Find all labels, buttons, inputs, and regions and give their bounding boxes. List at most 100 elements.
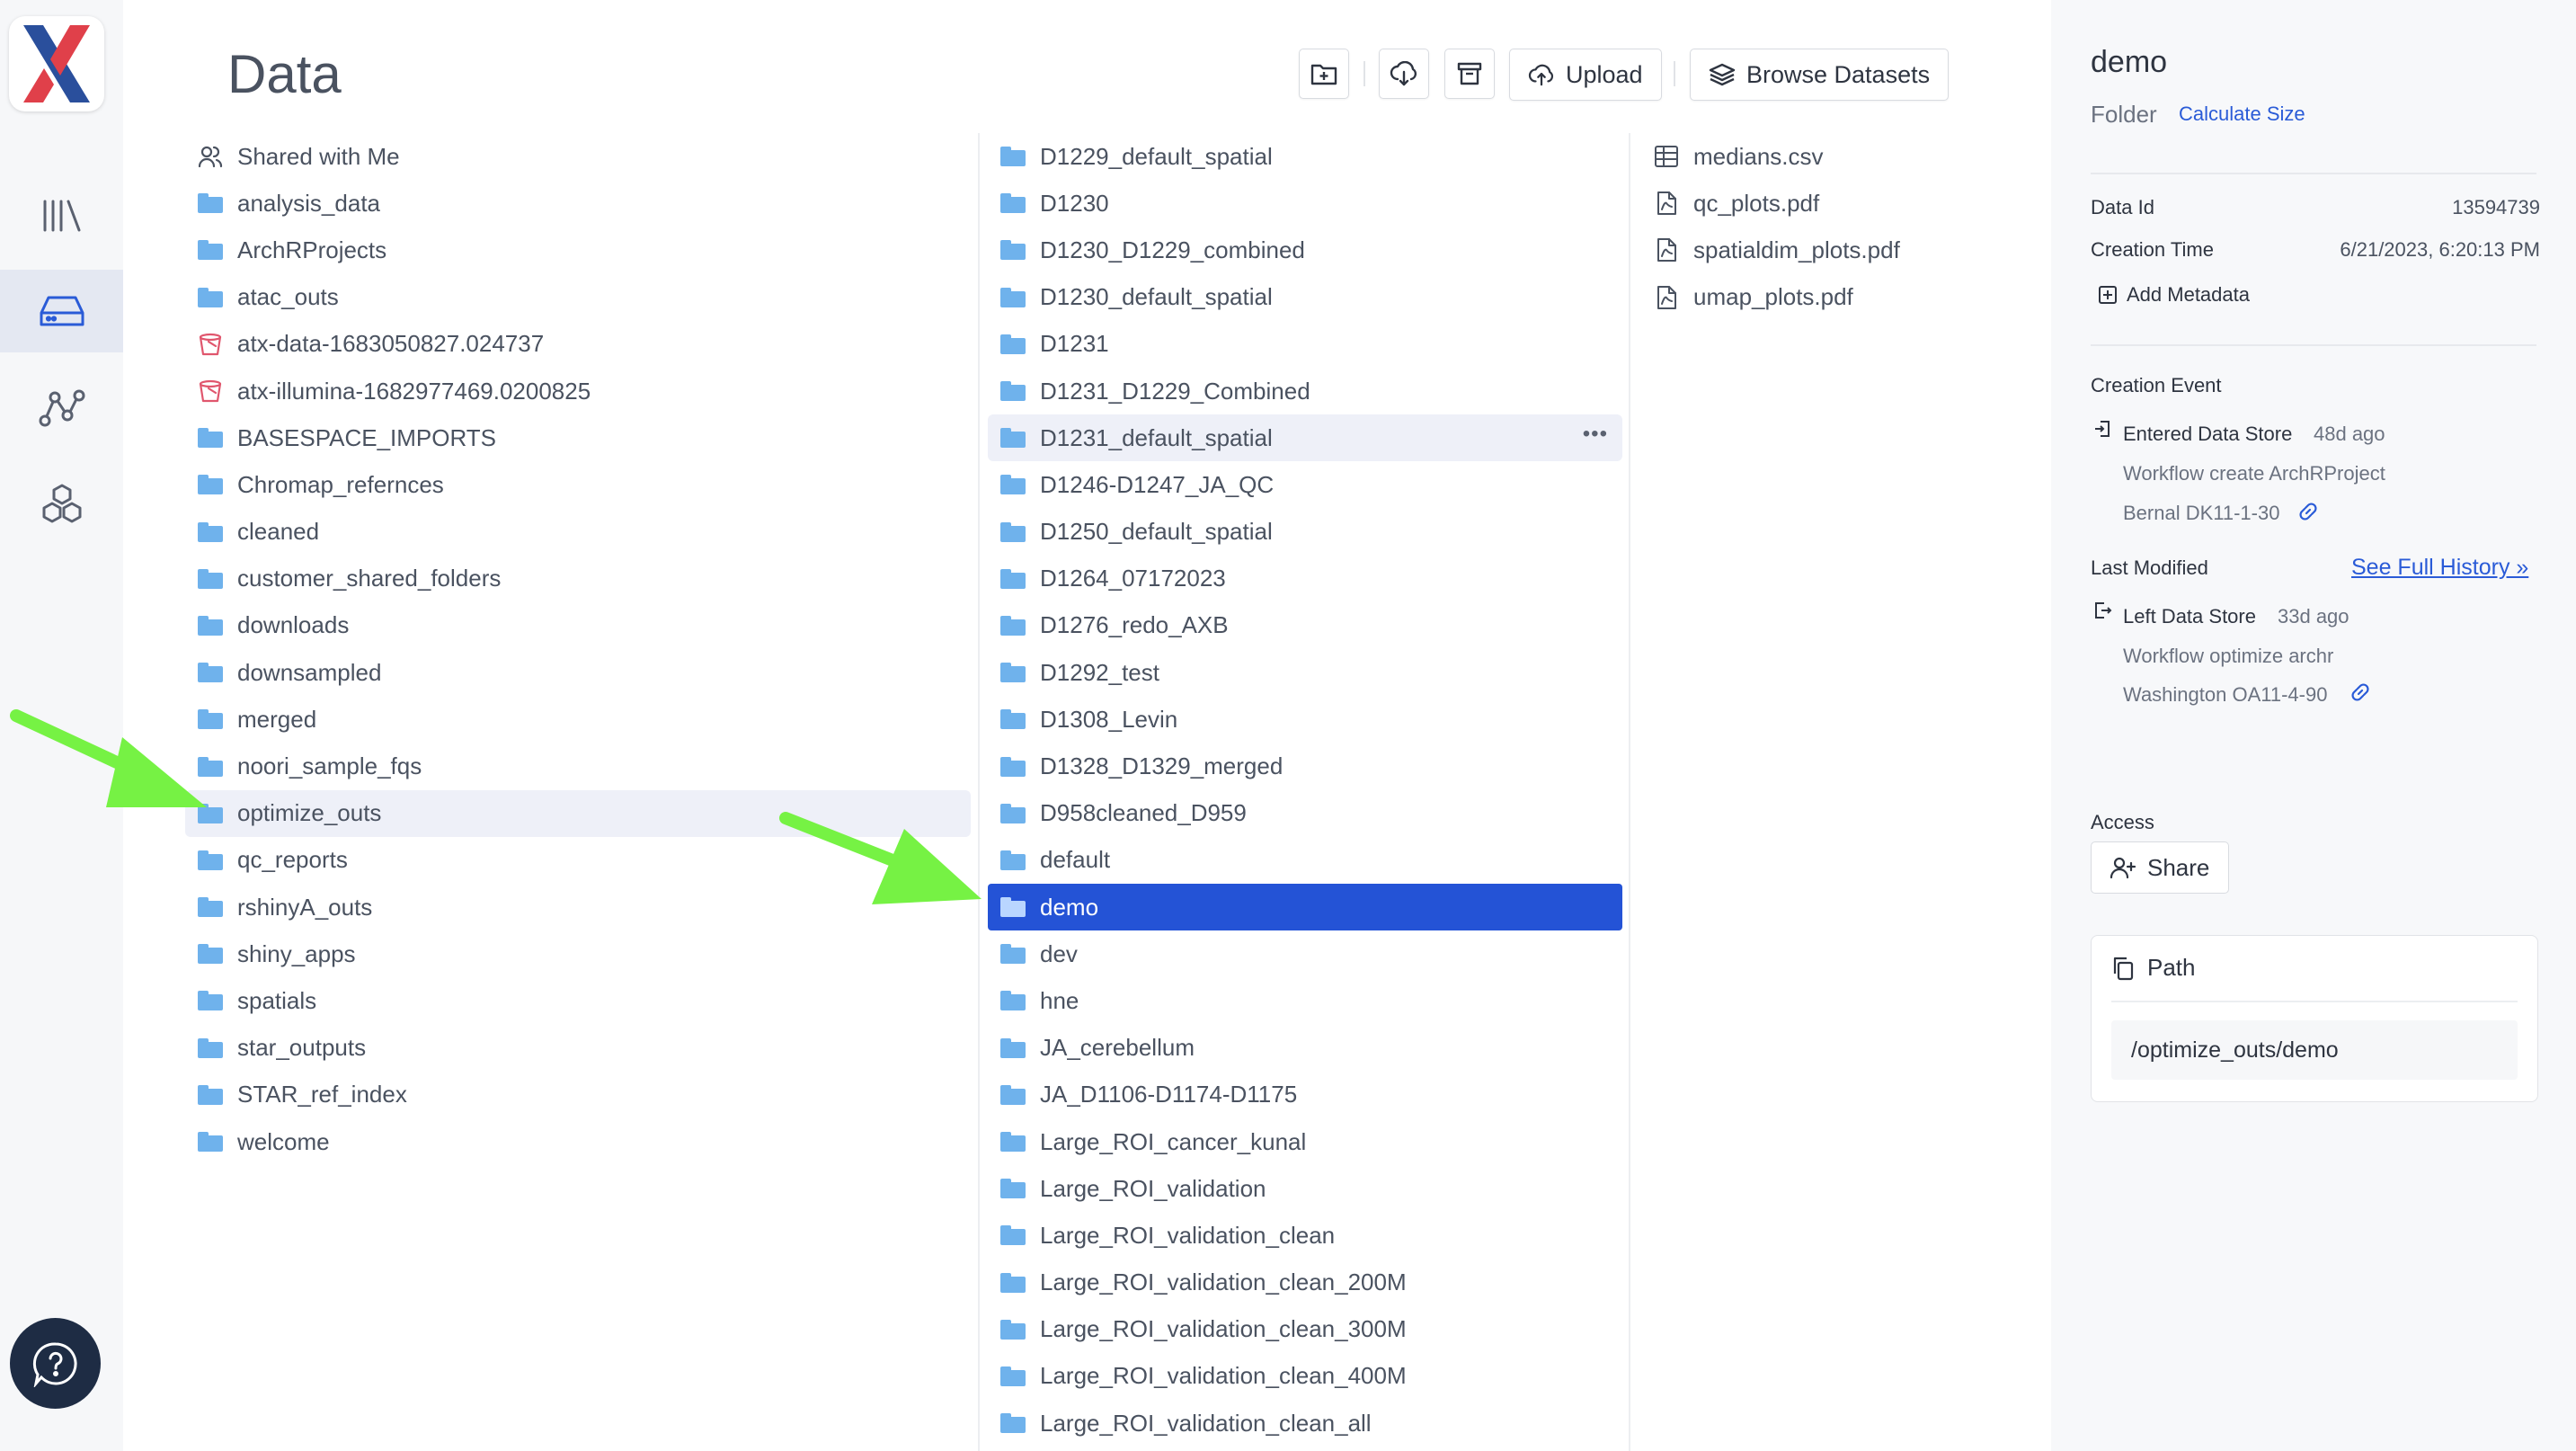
browse-datasets-button[interactable]: Browse Datasets (1690, 49, 1950, 101)
subfolder-item-row[interactable]: Large_ROI_validation_clean (988, 1212, 1622, 1259)
new-folder-button[interactable] (1299, 49, 1349, 99)
last-modified-label: Last Modified (2091, 556, 2208, 579)
subfolder-item-row[interactable]: D1276_redo_AXB (988, 602, 1622, 649)
path-label: Path (2147, 954, 2196, 981)
folder-icon (999, 613, 1027, 638)
help-chat-button[interactable] (10, 1318, 101, 1409)
folder-plus-icon (1310, 64, 1337, 85)
link-icon[interactable] (2349, 681, 2371, 703)
root-item-row[interactable]: welcome (185, 1118, 971, 1165)
data-id-label: Data Id (2091, 196, 2154, 218)
pdf-icon (1652, 285, 1681, 310)
upload-button[interactable]: Upload (1509, 49, 1662, 101)
root-item-row[interactable]: noori_sample_fqs (185, 743, 971, 789)
folder-icon (999, 1082, 1027, 1108)
subfolder-item-row[interactable]: D1264_07172023 (988, 556, 1622, 602)
root-item-row[interactable]: ArchRProjects (185, 227, 971, 273)
subfolder-item-row[interactable]: D1246-D1247_JA_QC (988, 461, 1622, 508)
divider (2111, 1001, 2518, 1002)
root-item-row[interactable]: Chromap_refernces (185, 461, 971, 508)
exit-icon (2095, 602, 2112, 619)
folder-icon (196, 941, 225, 966)
subfolder-item-name: Large_ROI_validation_clean_400M (1040, 1362, 1407, 1390)
download-button[interactable] (1379, 49, 1429, 99)
subfolder-item-row[interactable]: D1231 (988, 321, 1622, 368)
app-logo[interactable] (9, 16, 104, 111)
root-item-row[interactable]: BASESPACE_IMPORTS (185, 414, 971, 461)
nav-data[interactable] (0, 270, 123, 352)
subfolder-item-row[interactable]: D1229_default_spatial (988, 133, 1622, 180)
shared-users-icon (196, 144, 225, 169)
calculate-size-link[interactable]: Calculate Size (2179, 102, 2305, 126)
file-item-row[interactable]: qc_plots.pdf (1641, 180, 2037, 227)
nav-library[interactable] (0, 174, 123, 257)
subfolder-item-row[interactable]: JA_cerebellum (988, 1025, 1622, 1072)
folder-icon (999, 754, 1027, 779)
folder-icon (999, 378, 1027, 404)
nav-workflows[interactable] (0, 367, 123, 450)
root-item-row[interactable]: spatials (185, 977, 971, 1024)
creation-event-workflow: Workflow create ArchRProject (2123, 462, 2385, 485)
file-item-row[interactable]: umap_plots.pdf (1641, 274, 2037, 321)
file-item-row[interactable]: medians.csv (1641, 133, 2037, 180)
subfolder-item-row[interactable]: Large_ROI_validation (988, 1165, 1622, 1212)
file-item-row[interactable]: spatialdim_plots.pdf (1641, 227, 2037, 273)
subfolder-item-row[interactable]: Large_ROI_validation_clean_200M (988, 1260, 1622, 1306)
root-item-row[interactable]: Shared with Me (185, 133, 971, 180)
archive-button[interactable] (1444, 49, 1495, 99)
root-item-row[interactable]: atx-data-1683050827.024737 (185, 321, 971, 368)
see-full-history-link[interactable]: See Full History » (2351, 555, 2528, 581)
subfolder-item-name: Large_ROI_validation_clean (1040, 1221, 1336, 1249)
link-icon[interactable] (2297, 501, 2319, 522)
file-list: medians.csv qc_plots.pdf spatialdim_plots.… (1641, 133, 2037, 321)
root-item-row[interactable]: customer_shared_folders (185, 556, 971, 602)
subfolder-item-row[interactable]: hne (988, 977, 1622, 1024)
subfolder-item-row[interactable]: D1308_Levin (988, 696, 1622, 743)
subfolder-item-row[interactable]: Large_ROI_validation_clean_all (988, 1400, 1622, 1447)
subfolder-item-name: JA_cerebellum (1040, 1034, 1195, 1062)
path-value[interactable]: /optimize_outs/demo (2111, 1020, 2518, 1080)
more-options-icon[interactable]: ••• (1583, 422, 1608, 447)
creation-event-run: Bernal DK11-1-30 (2123, 502, 2280, 524)
add-metadata-button[interactable]: Add Metadata (2098, 283, 2250, 307)
root-item-row[interactable]: atx-illumina-1682977469.0200825 (185, 368, 971, 414)
subfolder-item-row[interactable]: dev (988, 930, 1622, 977)
subfolder-item-row[interactable]: demo (988, 884, 1622, 931)
subfolder-item-row[interactable]: JA_D1106-D1174-D1175 (988, 1072, 1622, 1118)
root-item-row[interactable]: atac_outs (185, 274, 971, 321)
subfolder-item-row[interactable]: D1230_D1229_combined (988, 227, 1622, 273)
subfolder-item-row[interactable]: D958cleaned_D959 (988, 790, 1622, 837)
root-item-row[interactable]: downloads (185, 602, 971, 649)
subfolder-item-row[interactable]: D1231_default_spatial ••• (988, 414, 1622, 462)
root-item-row[interactable]: STAR_ref_index (185, 1072, 971, 1118)
subfolder-item-row[interactable]: D1230 (988, 180, 1622, 227)
folder-icon (999, 237, 1027, 263)
logo-x-icon (23, 25, 90, 102)
subfolder-item-row[interactable]: D1328_D1329_merged (988, 743, 1622, 789)
root-item-row[interactable]: cleaned (185, 509, 971, 556)
root-item-row[interactable]: shiny_apps (185, 930, 971, 977)
folder-icon (999, 1036, 1027, 1061)
subfolder-item-row[interactable]: Large_ROI_validation_clean_300M (988, 1306, 1622, 1353)
divider (2091, 344, 2536, 346)
table-icon (1652, 144, 1681, 169)
share-button[interactable]: Share (2091, 841, 2229, 894)
root-item-row[interactable]: merged (185, 696, 971, 743)
root-item-name: atx-illumina-1682977469.0200825 (237, 377, 591, 405)
subfolder-item-row[interactable]: D1250_default_spatial (988, 509, 1622, 556)
subfolder-item-row[interactable]: Large_ROI_cancer_kunal (988, 1118, 1622, 1165)
subfolder-item-row[interactable]: D1231_D1229_Combined (988, 368, 1622, 414)
subfolder-item-row[interactable]: D1292_test (988, 649, 1622, 696)
subfolder-item-row[interactable]: Large_ROI_validation_clean_400M (988, 1353, 1622, 1400)
file-item-name: qc_plots.pdf (1693, 189, 1820, 217)
root-item-row[interactable]: analysis_data (185, 180, 971, 227)
copy-icon[interactable] (2111, 956, 2135, 981)
folder-icon (999, 895, 1027, 920)
folder-icon (196, 566, 225, 592)
nav-registry[interactable] (0, 464, 123, 547)
root-item-row[interactable]: downsampled (185, 649, 971, 696)
subfolder-item-row[interactable]: default (988, 837, 1622, 884)
subfolder-item-row[interactable]: D1230_default_spatial (988, 274, 1622, 321)
subfolder-item-name: D1308_Levin (1040, 705, 1178, 733)
root-item-row[interactable]: star_outputs (185, 1025, 971, 1072)
